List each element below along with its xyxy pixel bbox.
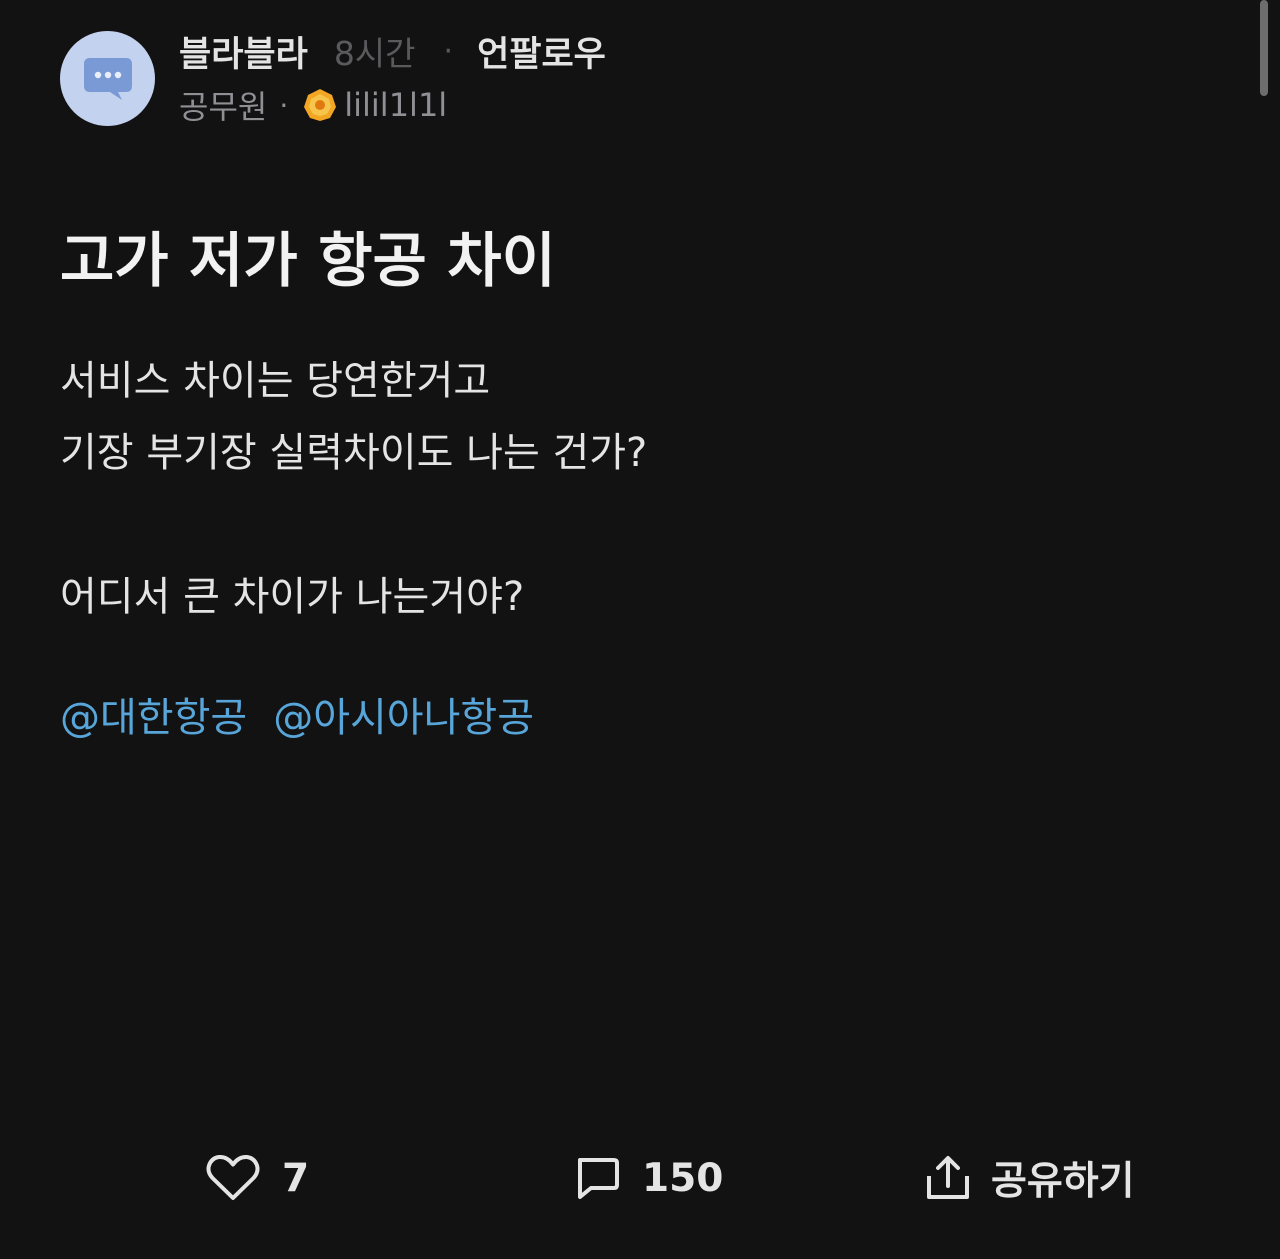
like-count: 7 — [282, 1155, 310, 1201]
unfollow-button[interactable]: 언팔로우 — [477, 26, 606, 77]
body-line: 서비스 차이는 당연한거고 — [60, 358, 491, 404]
author-meta-line: 공무원 · lilil1l1l — [179, 82, 606, 128]
author-line: 블라블라 8시간 · 언팔로우 — [179, 26, 606, 77]
body-line — [60, 489, 1220, 561]
action-bar: 7 150 공유하기 — [0, 1140, 1280, 1216]
author-info: 블라블라 8시간 · 언팔로우 공무원 · lilil1l1l — [179, 28, 606, 128]
body-line: 어디서 큰 차이가 나는거야? — [60, 574, 525, 620]
heart-outline-icon — [206, 1154, 260, 1200]
job-label: 공무원 — [179, 88, 268, 126]
share-upload-icon — [927, 1156, 969, 1199]
user-handle: lilil1l1l — [344, 86, 448, 124]
like-button[interactable]: 7 — [206, 1140, 309, 1216]
mention-link-asiana[interactable]: @아시아나항공 — [273, 684, 534, 752]
comment-count: 150 — [642, 1155, 724, 1201]
mentions: @대한항공 @아시아나항공 — [60, 684, 560, 752]
author-name[interactable]: 블라블라 — [179, 26, 308, 77]
separator-dot: · — [443, 33, 454, 69]
comment-bubble-icon — [578, 1158, 619, 1199]
post-time: 8시간 — [333, 34, 416, 73]
avatar[interactable] — [60, 30, 155, 126]
post-body: 서비스 차이는 당연한거고 기장 부기장 실력차이도 나는 건가? 어디서 큰 … — [60, 345, 1220, 633]
mention-link-korean-air[interactable]: @대한항공 — [60, 684, 247, 752]
separator-dot: · — [279, 88, 289, 122]
gold-badge-icon — [304, 89, 337, 121]
comment-button[interactable]: 150 — [574, 1140, 723, 1216]
share-button[interactable]: 공유하기 — [925, 1140, 1135, 1216]
body-line: 기장 부기장 실력차이도 나는 건가? — [60, 430, 648, 476]
post-header: 블라블라 8시간 · 언팔로우 공무원 · lilil1l1l — [60, 30, 606, 126]
post-title: 고가 저가 항공 차이 — [60, 226, 556, 295]
share-label: 공유하기 — [991, 1159, 1135, 1204]
scrollbar[interactable] — [1260, 0, 1268, 96]
chat-bubble-icon — [83, 58, 132, 100]
